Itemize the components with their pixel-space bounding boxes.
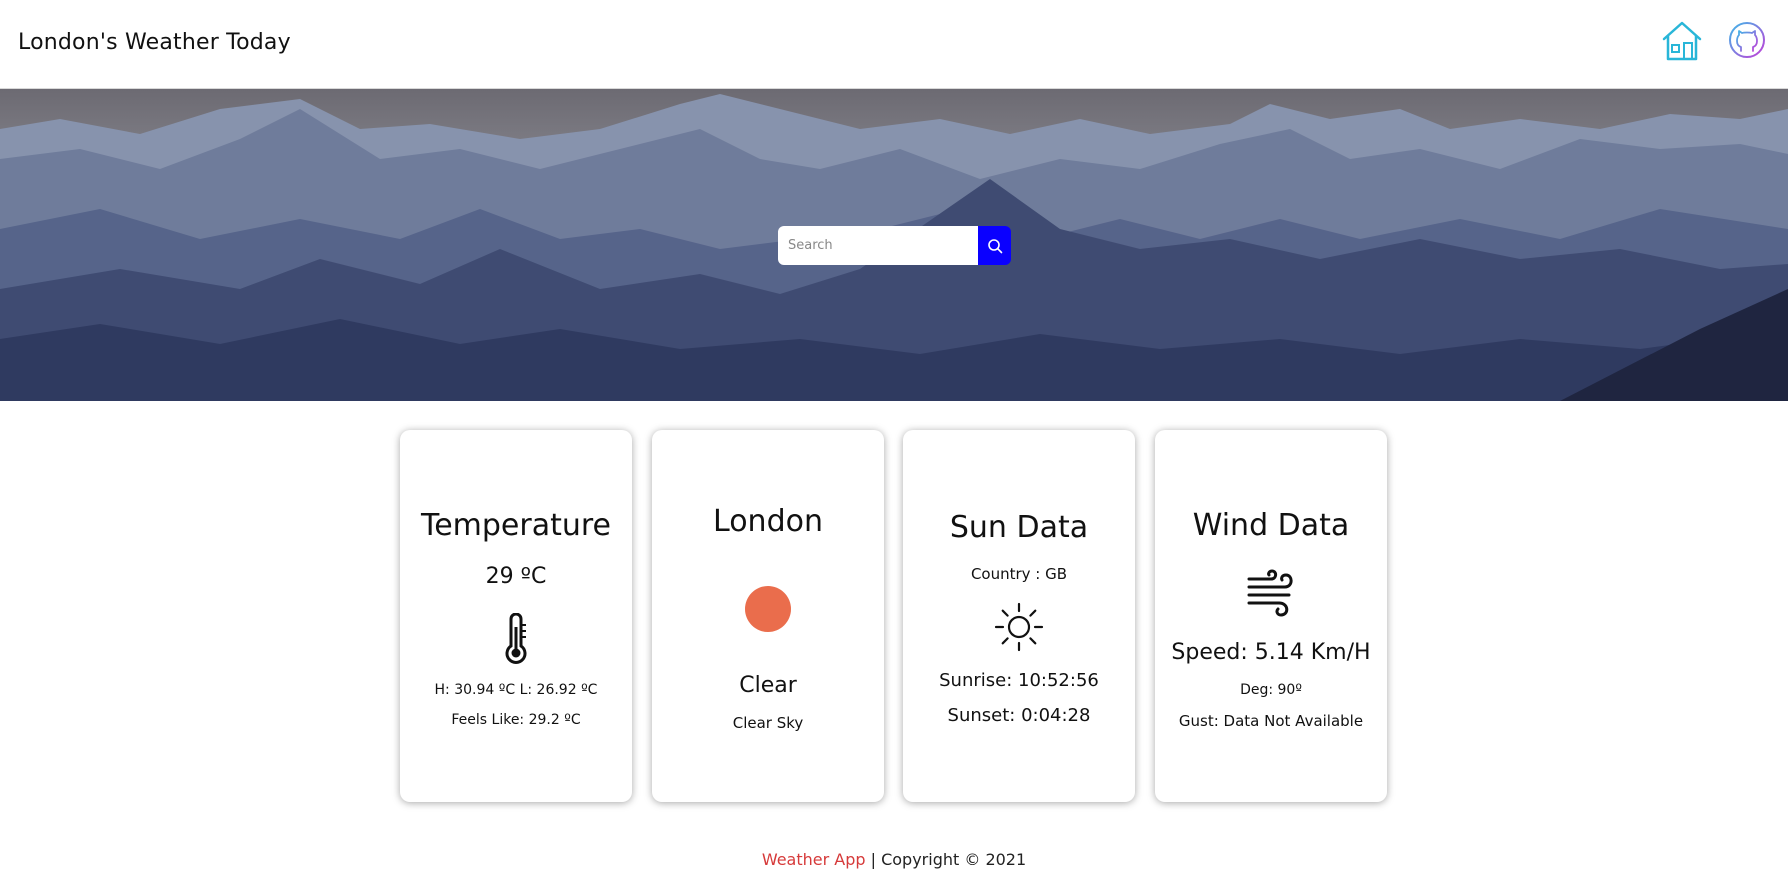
wind-data-title: Wind Data [1192, 508, 1350, 543]
wind-data-card: Wind Data Speed: 5.14 Km/H Deg: 90º Gust… [1155, 430, 1387, 802]
temperature-value: 29 ºC [485, 564, 547, 589]
page-title: London's Weather Today [18, 30, 291, 55]
search-icon [987, 238, 1002, 253]
wind-icon [1247, 569, 1293, 617]
city-card: London Clear Clear Sky [652, 430, 884, 802]
wind-gust: Gust: Data Not Available [1178, 712, 1364, 730]
temperature-card: Temperature 29 ºC H: 30.94 ºC L: 26.92 º… [400, 430, 632, 802]
sun-icon [994, 602, 1044, 652]
github-icon [1729, 22, 1765, 58]
hero-banner [0, 89, 1788, 401]
footer: Weather App | Copyright © 2021 [0, 850, 1788, 869]
temperature-feels-like: Feels Like: 29.2 ºC [451, 712, 581, 728]
search-button[interactable] [978, 226, 1011, 265]
home-button[interactable] [1660, 19, 1704, 63]
wind-degree: Deg: 90º [1240, 682, 1302, 698]
footer-copyright: | Copyright © 2021 [865, 850, 1027, 869]
sun-data-title: Sun Data [949, 510, 1089, 545]
city-name: London [713, 504, 823, 539]
sun-data-card: Sun Data Country : GB Sunrise: 10:52:56 … [903, 430, 1135, 802]
sun-country: Country : GB [970, 565, 1068, 583]
weather-description: Clear Sky [732, 714, 804, 732]
weather-condition: Clear [739, 673, 797, 698]
home-icon [1662, 21, 1702, 61]
sunrise-time: Sunrise: 10:52:56 [939, 670, 1099, 691]
temperature-high-low: H: 30.94 ºC L: 26.92 ºC [434, 682, 598, 698]
wind-speed: Speed: 5.14 Km/H [1171, 640, 1371, 665]
search-bar [778, 226, 1011, 265]
sunset-time: Sunset: 0:04:28 [947, 705, 1091, 726]
github-button[interactable] [1728, 21, 1766, 59]
footer-brand-link[interactable]: Weather App [762, 850, 866, 869]
header: London's Weather Today [0, 0, 1788, 89]
search-input[interactable] [778, 226, 978, 265]
sun-disc-icon [745, 586, 791, 632]
temperature-title: Temperature [420, 508, 612, 543]
thermometer-icon [505, 613, 527, 664]
